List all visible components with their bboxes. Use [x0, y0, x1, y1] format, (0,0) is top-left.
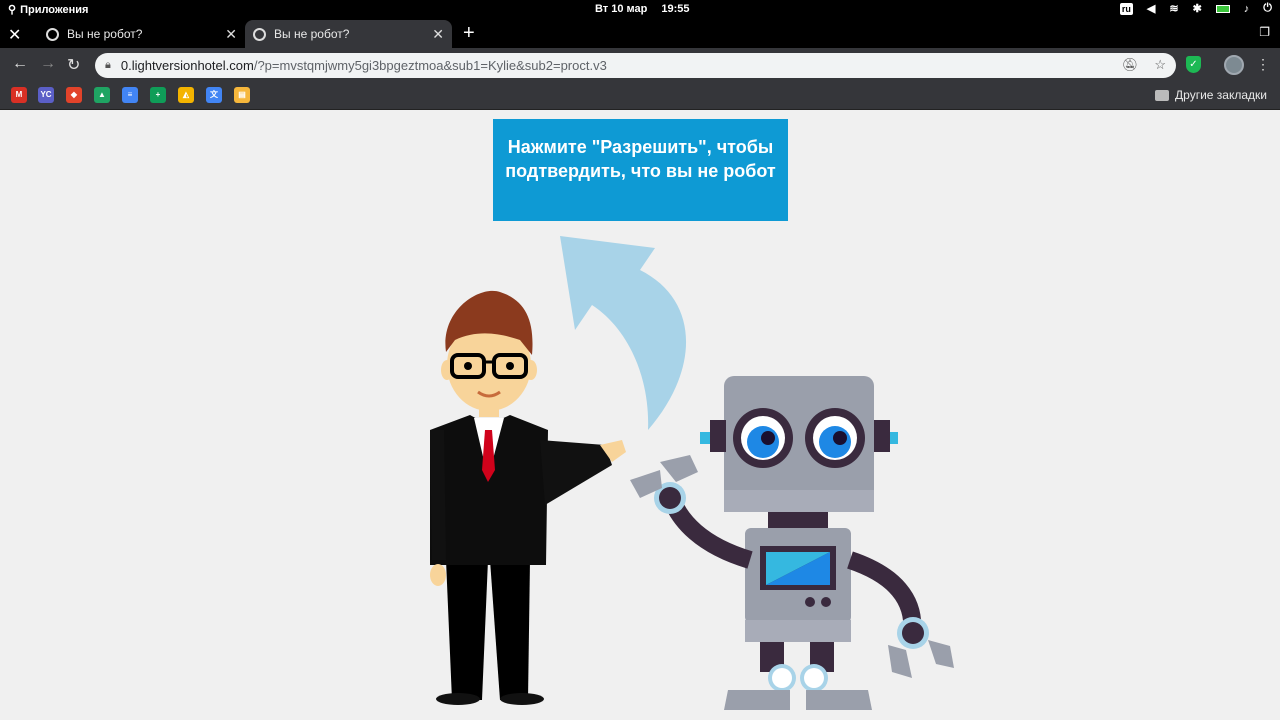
time-label: 19:55: [661, 3, 690, 15]
bell-icon[interactable]: ♪: [1244, 3, 1250, 15]
wifi-icon[interactable]: ≋: [1169, 2, 1178, 15]
system-tray: ru ◀ ≋ ✱ ♪ ⏻: [1119, 2, 1272, 15]
reload-icon[interactable]: ↻: [67, 55, 80, 75]
tab-strip: ✕ Вы не робот? ✕ Вы не робот? ✕ + ❐: [0, 20, 1280, 48]
back-icon[interactable]: ←: [12, 55, 28, 73]
search-icon: ⚲: [8, 4, 17, 16]
adblock-shield-icon[interactable]: ✓: [1186, 56, 1201, 73]
globe-icon: [253, 27, 266, 41]
profile-avatar[interactable]: [1224, 55, 1244, 75]
businessman-figure: [430, 290, 626, 705]
restore-window-icon[interactable]: ❐: [1259, 25, 1270, 39]
illustration: [430, 236, 954, 710]
bluetooth-icon[interactable]: ✱: [1193, 2, 1202, 15]
power-icon[interactable]: ⏻: [1263, 2, 1272, 15]
sheets-icon[interactable]: +: [150, 87, 166, 103]
battery-icon[interactable]: [1215, 4, 1230, 13]
star-icon[interactable]: ☆: [1154, 57, 1166, 73]
gitlab-icon[interactable]: ◆: [66, 87, 82, 103]
tab-title: Вы не робот?: [274, 27, 350, 41]
lock-icon[interactable]: 🔒︎: [105, 59, 111, 72]
browser-toolbar: ← → ↻ 🔒︎ 0.lightversionhotel.com /?p=mvs…: [0, 48, 1280, 82]
address-bar[interactable]: 🔒︎ 0.lightversionhotel.com /?p=mvstqmjwm…: [95, 53, 1176, 78]
close-tab-icon[interactable]: ✕: [432, 26, 444, 43]
other-bookmarks-label: Другие закладки: [1175, 88, 1267, 102]
close-tab-icon[interactable]: ✕: [225, 26, 237, 43]
slides-icon[interactable]: ◭: [178, 87, 194, 103]
gmail-icon[interactable]: M: [11, 87, 27, 103]
forward-icon[interactable]: →: [40, 55, 56, 73]
volume-icon[interactable]: ◀: [1147, 2, 1155, 15]
yc-icon[interactable]: YC: [38, 87, 54, 103]
close-window-icon[interactable]: ✕: [8, 25, 21, 45]
apps-label: Приложения: [20, 3, 89, 16]
tab-2-active[interactable]: Вы не робот? ✕: [245, 20, 452, 48]
robot-figure: [630, 376, 954, 710]
bookmarks-bar: M YC ◆ ▲ ≡ + ◭ 文 ▤ Другие закладки: [0, 82, 1280, 110]
system-top-bar: ⚲ Приложения Вт 10 мар 19:55 ru ◀ ≋ ✱ ♪ …: [0, 0, 1280, 20]
tab-title: Вы не робот?: [67, 27, 143, 41]
keyboard-layout-indicator[interactable]: ru: [1119, 2, 1133, 15]
clock[interactable]: Вт 10 мар 19:55: [595, 3, 690, 15]
tab-1[interactable]: Вы не робот? ✕: [38, 20, 245, 48]
notifications-blocked-icon[interactable]: 🔕︎: [1122, 57, 1139, 73]
menu-icon[interactable]: ⋮: [1256, 56, 1270, 73]
docs-icon[interactable]: ≡: [122, 87, 138, 103]
folder-icon: [1155, 89, 1170, 101]
other-bookmarks[interactable]: Другие закладки: [1155, 88, 1267, 102]
curved-arrow-icon: [560, 236, 687, 430]
url-path: /?p=mvstqmjwmy5gi3bpgeztmoa&sub1=Kylie&s…: [253, 58, 607, 73]
url-host: 0.lightversionhotel.com: [120, 58, 254, 73]
date-label: Вт 10 мар: [595, 3, 648, 15]
apps-menu[interactable]: ⚲ Приложения: [8, 3, 89, 17]
new-tab-icon[interactable]: +: [463, 22, 475, 45]
translate-icon[interactable]: 文: [206, 87, 222, 103]
page-content: Нажмите "Разрешить", чтобы подтвердить, …: [0, 110, 1280, 720]
bookmark-icon[interactable]: ▤: [234, 87, 250, 103]
drive-icon[interactable]: ▲: [94, 87, 110, 103]
globe-icon: [46, 27, 59, 41]
